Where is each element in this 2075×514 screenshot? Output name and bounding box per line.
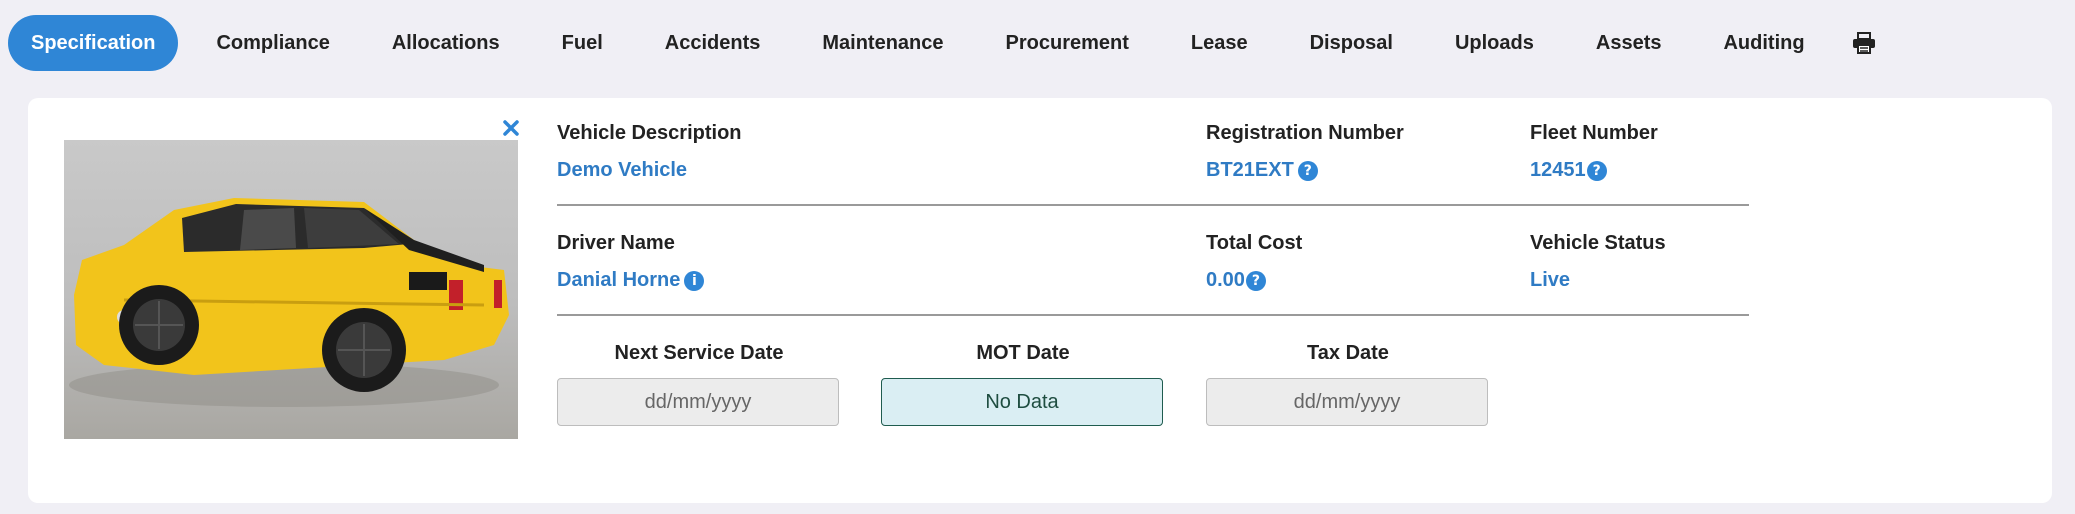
tab-lease[interactable]: Lease (1167, 15, 1272, 71)
vehicle-status-label: Vehicle Status (1530, 232, 1666, 254)
driver-name-text: Danial Horne (557, 269, 681, 291)
tab-assets[interactable]: Assets (1572, 15, 1686, 71)
driver-name-label: Driver Name (557, 232, 675, 254)
tab-allocations[interactable]: Allocations (368, 15, 524, 71)
tab-disposal[interactable]: Disposal (1286, 15, 1417, 71)
mot-date-label: MOT Date (976, 342, 1070, 364)
vehicle-description-label: Vehicle Description (557, 122, 742, 144)
tax-date-input[interactable]: dd/mm/yyyy (1206, 378, 1488, 426)
fleet-number-value: 12451 ? (1530, 159, 1607, 182)
tab-bar: Specification Compliance Allocations Fue… (8, 15, 1877, 71)
registration-number-label: Registration Number (1206, 122, 1404, 144)
printer-icon[interactable] (1851, 30, 1877, 56)
driver-name-value: Danial Horne i (557, 269, 705, 292)
tab-uploads[interactable]: Uploads (1431, 15, 1558, 71)
registration-number-value: BT21EXT ? (1206, 159, 1318, 182)
tab-maintenance[interactable]: Maintenance (798, 15, 967, 71)
vehicle-description-value: Demo Vehicle (557, 159, 687, 182)
tab-auditing[interactable]: Auditing (1699, 15, 1828, 71)
tab-specification[interactable]: Specification (8, 15, 179, 71)
specification-card: Vehicle Description Demo Vehicle Registr… (28, 98, 2052, 503)
vehicle-photo (64, 140, 518, 439)
tab-fuel[interactable]: Fuel (538, 15, 627, 71)
tax-date-label: Tax Date (1307, 342, 1389, 364)
divider (557, 314, 1749, 316)
vehicle-description-text: Demo Vehicle (557, 159, 688, 181)
total-cost-value: 0.00 ? (1206, 269, 1266, 292)
vehicle-status-text: Live (1530, 269, 1571, 291)
divider (557, 204, 1749, 206)
fleet-number-text: 12451 (1530, 159, 1586, 181)
tab-accidents[interactable]: Accidents (641, 15, 785, 71)
tab-procurement[interactable]: Procurement (982, 15, 1153, 71)
registration-number-text: BT21EXT (1206, 159, 1294, 181)
next-service-date-label: Next Service Date (614, 342, 784, 364)
fleet-number-label: Fleet Number (1530, 122, 1658, 144)
tab-compliance[interactable]: Compliance (192, 15, 353, 71)
info-circle-icon[interactable]: i (684, 270, 705, 291)
total-cost-label: Total Cost (1206, 232, 1303, 254)
question-circle-icon[interactable]: ? (1586, 160, 1607, 181)
question-circle-icon[interactable]: ? (1297, 160, 1318, 181)
total-cost-text: 0.00 (1206, 269, 1245, 291)
question-circle-icon[interactable]: ? (1245, 270, 1266, 291)
next-service-date-input[interactable]: dd/mm/yyyy (557, 378, 839, 426)
mot-date-field[interactable]: No Data (881, 378, 1163, 426)
close-icon[interactable] (501, 118, 521, 138)
vehicle-status-value: Live (1530, 269, 1570, 292)
